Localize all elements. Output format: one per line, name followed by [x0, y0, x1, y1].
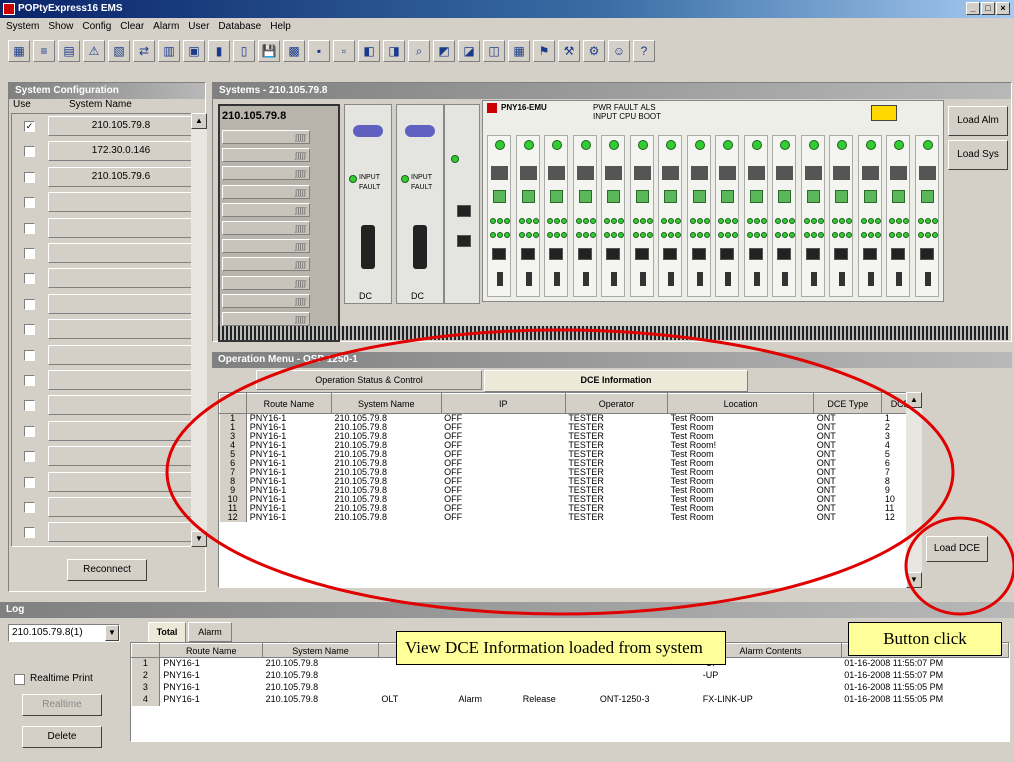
dce-highlight-ellipse — [165, 328, 955, 616]
button-callout: Button click — [848, 622, 1002, 656]
dce-callout: View DCE Information loaded from system — [396, 631, 726, 665]
button-highlight-ellipse — [904, 516, 1014, 616]
